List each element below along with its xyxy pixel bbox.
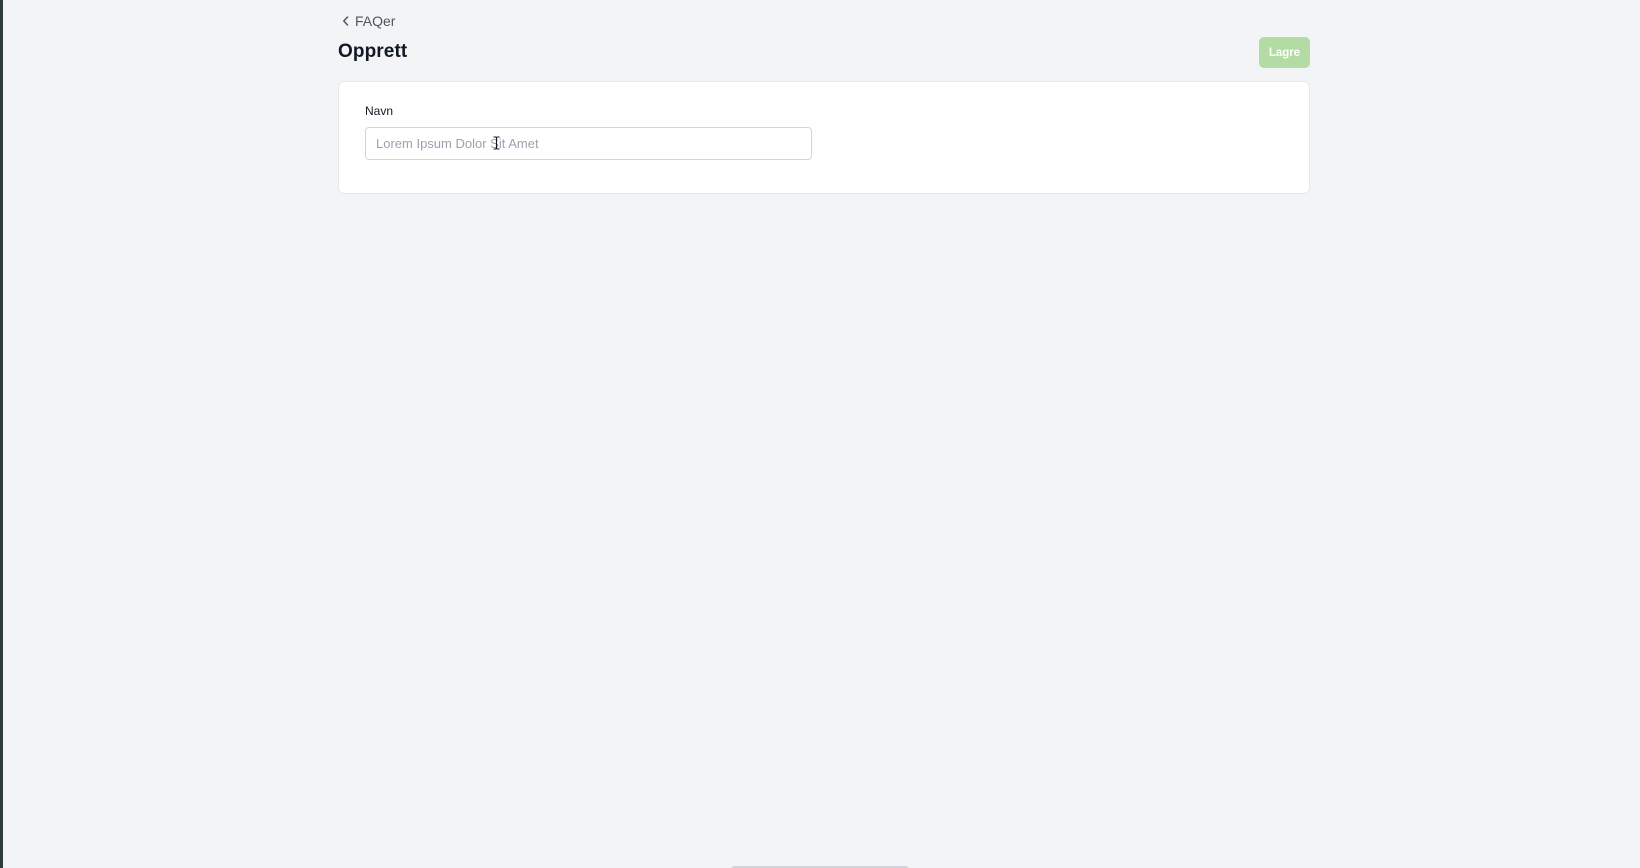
name-input[interactable] bbox=[365, 127, 812, 160]
window-left-edge bbox=[0, 0, 3, 868]
form-card: Navn bbox=[338, 81, 1310, 194]
save-button[interactable]: Lagre bbox=[1259, 37, 1310, 68]
back-link[interactable]: FAQer bbox=[342, 13, 395, 29]
chevron-left-icon bbox=[342, 16, 350, 26]
page-title: Opprett bbox=[338, 41, 408, 62]
name-field-label: Navn bbox=[365, 104, 394, 118]
back-link-label: FAQer bbox=[355, 13, 396, 29]
